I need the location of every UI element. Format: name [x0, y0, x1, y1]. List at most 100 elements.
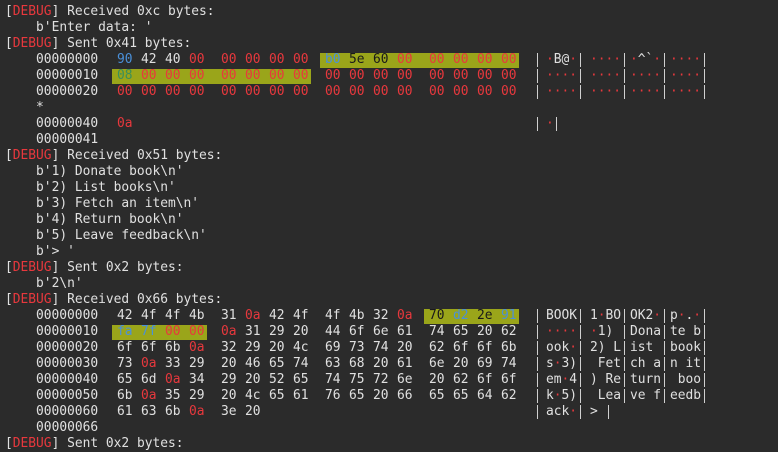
hex-byte: 00	[141, 68, 157, 83]
terminal-line: 00000020 6f 6f 6b 0a 32 29 20 4c 69 73 74 20 62 6f 6f 6b…	[5, 340, 775, 356]
hex-byte: 20	[373, 356, 389, 371]
hex-byte: 00	[269, 52, 285, 67]
hex-byte: 61	[397, 356, 413, 371]
hex-byte: 29	[269, 324, 285, 339]
terminal-window[interactable]: [DEBUG] Received 0xc bytes: b'Enter data…	[0, 0, 778, 451]
ascii-group: ····	[630, 68, 662, 83]
ascii-group: p·.·	[670, 308, 702, 323]
ascii-group: boo	[677, 372, 702, 387]
ascii-group: Dona	[630, 324, 662, 339]
ascii-separator	[580, 53, 581, 67]
ascii-group: turn	[630, 372, 662, 387]
ascii-group: s·3)	[546, 356, 578, 371]
hex-byte: 66	[397, 388, 413, 403]
ascii-separator	[624, 53, 625, 67]
terminal-line: 00000060 61 63 6b 0a 3e 20 ack· >	[5, 404, 775, 420]
hex-byte: 00	[477, 68, 493, 83]
hex-byte: 62	[501, 388, 517, 403]
hex-byte: 0a	[245, 308, 261, 323]
hex-byte: 20	[221, 388, 237, 403]
terminal-line: 00000020 00 00 00 00 00 00 00 00 00 00 00 00 00 00 00 00…	[5, 84, 775, 100]
terminal-line: b'2) List books\n'	[5, 180, 176, 196]
ascii-separator	[624, 325, 625, 339]
hex-byte: 00	[397, 84, 413, 99]
hex-byte: 00	[189, 84, 205, 99]
hex-byte: 20	[293, 324, 309, 339]
hex-byte: 4f	[141, 308, 157, 323]
terminal-line: b'1) Donate book\n'	[5, 164, 183, 180]
hex-byte: 64	[477, 388, 493, 403]
hex-byte: 00	[269, 68, 285, 83]
ascii-group: ····	[670, 52, 702, 67]
hex-byte: 00	[501, 84, 517, 99]
hex-byte: 00	[477, 52, 493, 67]
hex-byte: 00	[501, 52, 517, 67]
hex-byte: 20	[221, 356, 237, 371]
ascii-group: ·	[546, 116, 554, 131]
debug-label: DEBUG	[12, 148, 52, 163]
hex-byte: 65	[293, 372, 309, 387]
hex-byte: 74	[293, 356, 309, 371]
ascii-separator	[664, 373, 665, 387]
output-text: b'5) Leave feedback\n'	[5, 228, 207, 243]
debug-label: DEBUG	[12, 436, 52, 451]
hex-byte: 00	[245, 68, 261, 83]
hex-byte: 29	[221, 372, 237, 387]
terminal-line: 00000010 08 00 00 00 00 00 00 00 00 00 00 00 00 00 00 00…	[5, 68, 775, 84]
debug-message: Sent 0x2 bytes:	[59, 260, 184, 275]
output-text: b'3) Fetch an item\n'	[5, 196, 200, 211]
hex-offset: 00000040	[36, 116, 99, 131]
ascii-separator	[580, 389, 581, 403]
hex-byte: 00	[429, 84, 445, 99]
ascii-group: em·4	[546, 372, 578, 387]
ascii-group: eedb	[670, 388, 702, 403]
hex-byte: 00	[349, 84, 365, 99]
hex-byte: 6f	[477, 340, 493, 355]
terminal-line: 00000066	[5, 420, 98, 436]
debug-label: DEBUG	[12, 36, 52, 51]
hex-byte: 00	[221, 68, 237, 83]
ascii-separator	[704, 69, 705, 83]
hex-byte: 74	[373, 340, 389, 355]
terminal-line: 00000030 73 0a 33 29 20 46 65 74 63 68 20 61 6e 20 69 74…	[5, 356, 775, 372]
hex-byte: 62	[429, 340, 445, 355]
output-text: b'> '	[5, 244, 75, 259]
hex-byte: 20	[373, 388, 389, 403]
hex-byte: 4f	[165, 308, 181, 323]
ascii-group: ····	[590, 68, 622, 83]
output-text: b'2) List books\n'	[5, 180, 176, 195]
hex-byte: 75	[349, 372, 365, 387]
ascii-group: te b	[670, 324, 702, 339]
hex-byte: 00	[349, 68, 365, 83]
terminal-line: 00000040 65 6d 0a 34 29 20 52 65 74 75 72 6e 20 62 6f 6f…	[5, 372, 775, 388]
debug-label: DEBUG	[12, 292, 52, 307]
output-text: *	[5, 100, 44, 115]
hex-byte: 44	[325, 324, 341, 339]
hex-byte: 6b	[501, 340, 517, 355]
hex-offset: 00000030	[36, 356, 99, 371]
hex-byte: 3e	[221, 404, 237, 419]
ascii-group: ·B@·	[546, 52, 578, 67]
hex-byte: 29	[189, 388, 205, 403]
hex-byte: 00	[397, 52, 413, 67]
hex-byte: 73	[117, 356, 133, 371]
ascii-separator	[537, 117, 538, 131]
hex-byte: 32	[221, 340, 237, 355]
hex-byte: 4b	[189, 308, 205, 323]
debug-label: DEBUG	[12, 260, 52, 275]
hex-byte: 74	[501, 356, 517, 371]
hex-byte: 00	[245, 84, 261, 99]
hex-byte: 00	[165, 84, 181, 99]
hex-byte: 00	[293, 84, 309, 99]
hex-byte: 20	[245, 372, 261, 387]
output-text: 00000041	[5, 132, 99, 147]
hex-byte: 91	[501, 308, 517, 323]
ascii-separator	[704, 309, 705, 323]
debug-message: Received 0x51 bytes:	[59, 148, 223, 163]
hex-byte: 20	[269, 340, 285, 355]
ascii-group: ook·	[546, 340, 578, 355]
hex-byte: 6b	[165, 340, 181, 355]
hex-byte: 63	[325, 356, 341, 371]
hex-byte: fa	[117, 324, 133, 339]
bracket-open: [	[5, 148, 13, 163]
